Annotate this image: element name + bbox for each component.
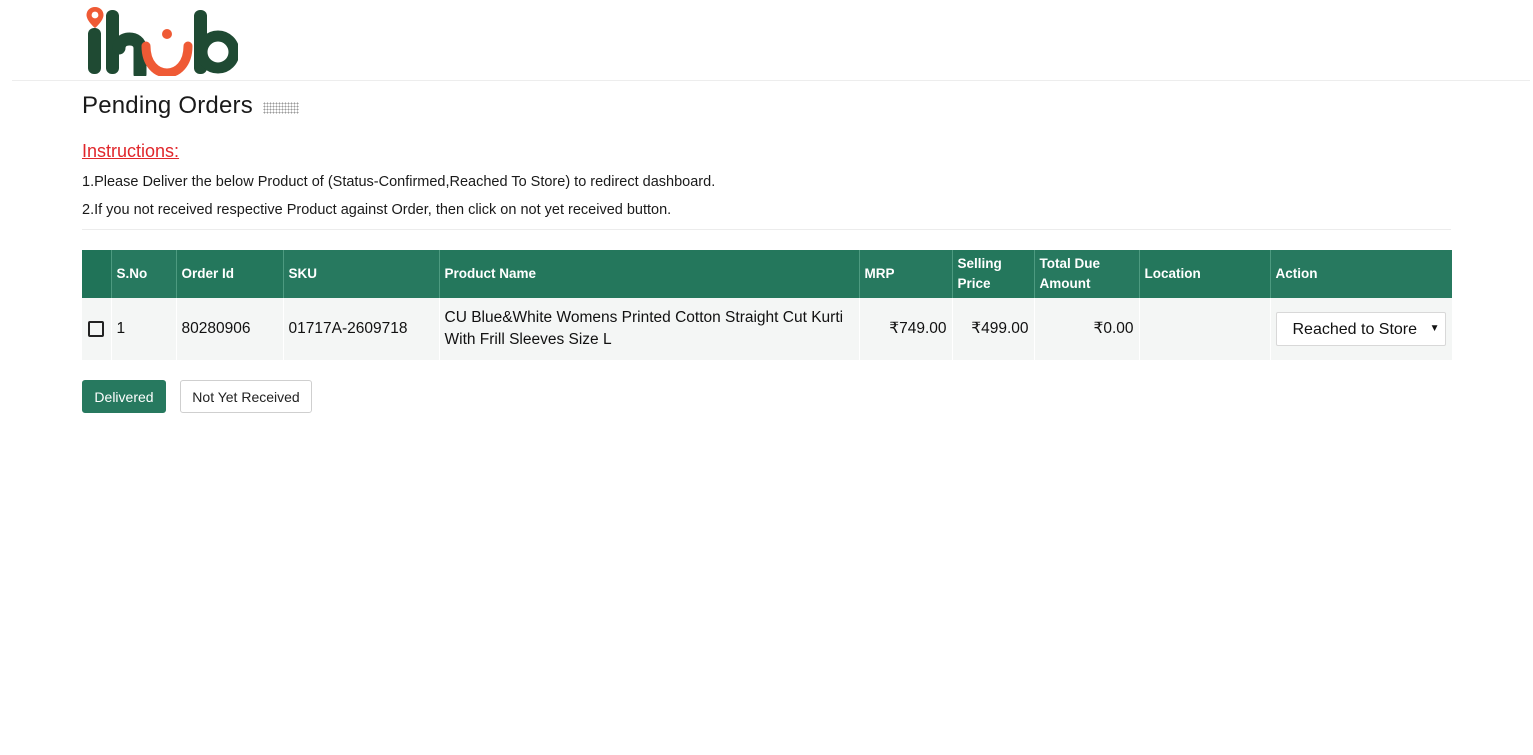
dotted-decoration-icon <box>262 102 299 114</box>
header-location: Location <box>1139 250 1271 298</box>
header-selling-price: Selling Price <box>952 250 1035 298</box>
header-action: Action <box>1270 250 1452 298</box>
header-sno: S.No <box>111 250 177 298</box>
pending-orders-table: S.No Order Id SKU Product Name MRP Selli… <box>82 250 1452 360</box>
page-title: Pending Orders <box>82 92 253 119</box>
instruction-line-1: 1.Please Deliver the below Product of (S… <box>82 174 716 190</box>
row-select-cell <box>82 298 112 360</box>
header-total-due: Total Due Amount <box>1034 250 1140 298</box>
header-product-name: Product Name <box>439 250 860 298</box>
cell-total-due: ₹0.00 <box>1034 298 1140 360</box>
header-mrp: MRP <box>859 250 953 298</box>
instruction-line-2: 2.If you not received respective Product… <box>82 202 672 218</box>
cell-order-id: 80280906 <box>176 298 284 360</box>
header-order-id: Order Id <box>176 250 284 298</box>
cell-action: Reached to Store ▼ <box>1270 298 1452 360</box>
header-sku: SKU <box>283 250 440 298</box>
delivered-button[interactable]: Delivered <box>82 380 166 413</box>
action-select[interactable]: Reached to Store ▼ <box>1275 312 1446 346</box>
action-select-value: Reached to Store <box>1292 321 1418 338</box>
table-header-row: S.No Order Id SKU Product Name MRP Selli… <box>82 250 1452 298</box>
cell-mrp: ₹749.00 <box>859 298 953 360</box>
row-checkbox[interactable] <box>88 320 104 337</box>
cell-sno: 1 <box>111 298 177 360</box>
header-select <box>82 250 112 298</box>
top-header <box>12 0 1530 81</box>
divider <box>82 229 1451 230</box>
cell-sku: 01717A-2609718 <box>283 298 440 360</box>
cell-location <box>1139 298 1271 360</box>
page-title-row: Pending Orders <box>82 92 299 120</box>
ihub-logo[interactable] <box>82 4 240 81</box>
not-yet-received-button[interactable]: Not Yet Received <box>180 380 312 413</box>
instructions-heading: Instructions: <box>82 141 180 161</box>
table-row: 1 80280906 01717A-2609718 CU Blue&White … <box>82 298 1452 360</box>
dropdown-arrow-icon: ▼ <box>1429 323 1440 334</box>
cell-selling-price: ₹499.00 <box>952 298 1035 360</box>
cell-product-name: CU Blue&White Womens Printed Cotton Stra… <box>439 298 860 360</box>
